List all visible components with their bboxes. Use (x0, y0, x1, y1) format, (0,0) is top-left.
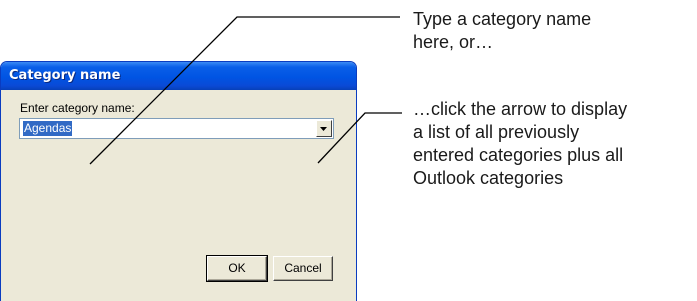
ok-button[interactable]: OK (206, 255, 268, 282)
callout-line: here, or… (413, 32, 494, 52)
title-bar[interactable]: Category name (1, 62, 356, 90)
callout-line: a list of all previously (413, 122, 580, 142)
category-name-input[interactable]: Agendas (23, 121, 73, 136)
cancel-button[interactable]: Cancel (273, 256, 333, 281)
dropdown-button[interactable] (316, 120, 332, 137)
callout-line: …click the arrow to display (413, 99, 628, 119)
callout-line: Outlook categories (413, 168, 564, 188)
category-name-label: Enter category name: (20, 101, 135, 115)
callout-click-arrow: …click the arrow to display a list of al… (413, 98, 627, 190)
callout-line: Type a category name (413, 9, 592, 29)
dropdown-arrow-icon (320, 127, 327, 131)
callout-line: entered categories plus all (413, 145, 624, 165)
callout-type-name: Type a category name here, or… (413, 8, 591, 54)
dialog-title: Category name (9, 68, 121, 83)
category-name-combobox[interactable]: Agendas (19, 118, 334, 139)
